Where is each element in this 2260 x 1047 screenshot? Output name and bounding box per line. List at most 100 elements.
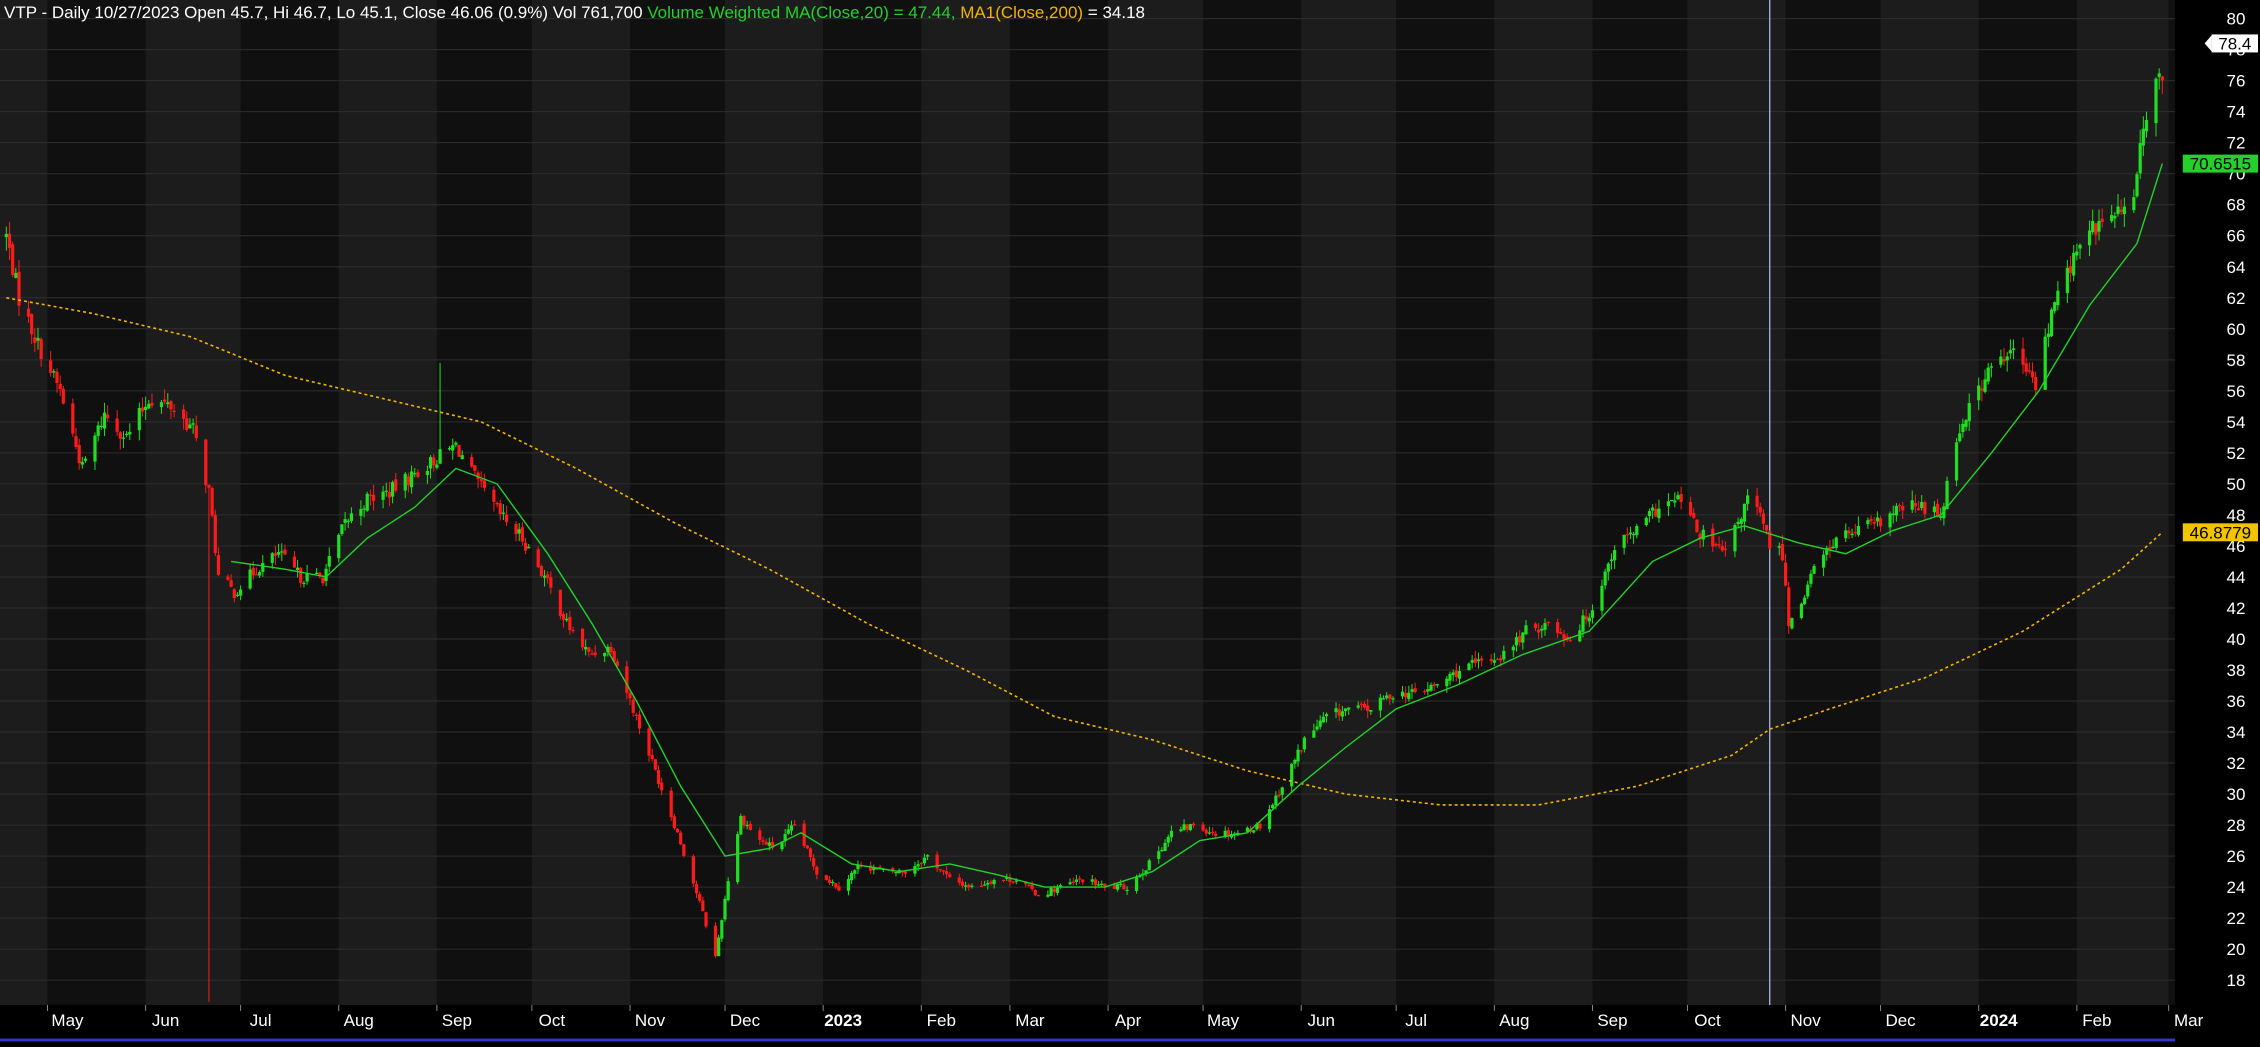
price-tick-label: 24	[2227, 878, 2246, 897]
candle-body	[1983, 379, 1987, 392]
candle-body	[280, 551, 284, 553]
candle-body	[473, 465, 477, 471]
candle-body	[1385, 695, 1389, 699]
candle-body	[115, 418, 119, 432]
candle-body	[815, 866, 819, 875]
candle-body	[2034, 377, 2038, 390]
candle-body	[723, 898, 727, 920]
candle-body	[1692, 512, 1696, 518]
candle-body	[1321, 716, 1325, 723]
header-ma-label: MA1(Close,200)	[960, 3, 1084, 22]
candle-body	[1074, 879, 1079, 882]
candle-body	[1736, 522, 1740, 525]
candle-body	[1587, 617, 1591, 622]
candle-body	[546, 574, 550, 579]
candle-body	[2027, 370, 2031, 372]
price-tick-label: 32	[2227, 754, 2246, 773]
candle-body	[1606, 563, 1610, 572]
candle-body	[239, 589, 243, 596]
candle-body	[432, 457, 436, 466]
candle-body	[1324, 714, 1329, 717]
candle-body	[2056, 290, 2060, 306]
candle-body	[1423, 691, 1427, 693]
candle-body	[945, 871, 949, 875]
candle-body	[603, 652, 607, 657]
candle-body	[631, 699, 635, 713]
candle-body	[1920, 502, 1924, 508]
candle-body	[1369, 710, 1373, 712]
candle-body	[694, 884, 699, 894]
candle-body	[561, 614, 566, 620]
candle-body	[394, 479, 398, 491]
candle-body	[1894, 505, 1898, 516]
candle-body	[1562, 634, 1566, 639]
candle-body	[837, 886, 841, 891]
candle-body	[1470, 660, 1474, 663]
candle-body	[1299, 750, 1303, 752]
candle-body	[188, 424, 192, 429]
candle-body	[1967, 403, 1971, 422]
month-bands	[0, 0, 2175, 1005]
candle-body	[346, 520, 350, 522]
candle-body	[1157, 851, 1161, 859]
price-tick-label: 72	[2227, 134, 2246, 153]
candle-body	[520, 527, 524, 542]
candle-body	[1185, 824, 1189, 830]
time-tick-label: May	[51, 1011, 84, 1030]
candle-body	[1366, 705, 1370, 711]
candle-body	[1581, 615, 1585, 632]
time-tick-label: Sep	[442, 1011, 472, 1030]
candle-body	[1518, 636, 1522, 643]
price-tick-label: 56	[2227, 382, 2246, 401]
candle-body	[1046, 894, 1050, 897]
candle-body	[660, 782, 664, 791]
month-band	[1494, 0, 1593, 1005]
candle-body	[948, 874, 952, 877]
month-band	[1687, 0, 1786, 1005]
candle-body	[2113, 216, 2117, 219]
candle-body	[492, 489, 496, 502]
candle-body	[1869, 518, 1873, 522]
price-tag-label: 46.8779	[2190, 523, 2251, 542]
candle-body	[425, 471, 430, 475]
candle-body	[1011, 881, 1015, 883]
candle-body	[71, 403, 75, 434]
price-tick-label: 42	[2227, 599, 2246, 618]
candle-body	[302, 582, 306, 585]
candle-body	[362, 508, 366, 510]
month-band	[1396, 0, 1495, 1005]
candle-body	[1179, 829, 1183, 832]
candle-body	[1635, 526, 1639, 536]
price-tick-label: 76	[2227, 72, 2246, 91]
candle-body	[270, 553, 274, 563]
candle-body	[941, 870, 946, 872]
candle-body	[169, 401, 173, 410]
candle-body	[1258, 823, 1262, 829]
candle-body	[1568, 640, 1572, 642]
candle-body	[1343, 708, 1348, 711]
candle-body	[1714, 544, 1718, 546]
candle-body	[1758, 506, 1762, 513]
candle-body	[1033, 889, 1037, 896]
candle-body	[1318, 720, 1322, 727]
candle-body	[1426, 689, 1430, 692]
candle-body	[1897, 505, 1902, 507]
candle-body	[2116, 206, 2120, 215]
candle-body	[1391, 698, 1395, 700]
candle-body	[2046, 333, 2050, 338]
month-band	[1301, 0, 1397, 1005]
month-band	[47, 0, 146, 1005]
price-chart[interactable]: 1820222426283032343638404244464850525456…	[0, 0, 2260, 1047]
candle-body	[1654, 508, 1658, 517]
candle-body	[1378, 697, 1382, 711]
candle-body	[1201, 824, 1205, 831]
month-band	[531, 0, 631, 1005]
candle-body	[669, 790, 673, 818]
candle-body	[251, 568, 255, 576]
candle-body	[1388, 694, 1392, 699]
candle-body	[1739, 519, 1743, 524]
price-tick-label: 52	[2227, 444, 2246, 463]
candle-body	[1514, 637, 1519, 646]
candle-body	[1125, 889, 1129, 891]
month-band	[240, 0, 339, 1005]
